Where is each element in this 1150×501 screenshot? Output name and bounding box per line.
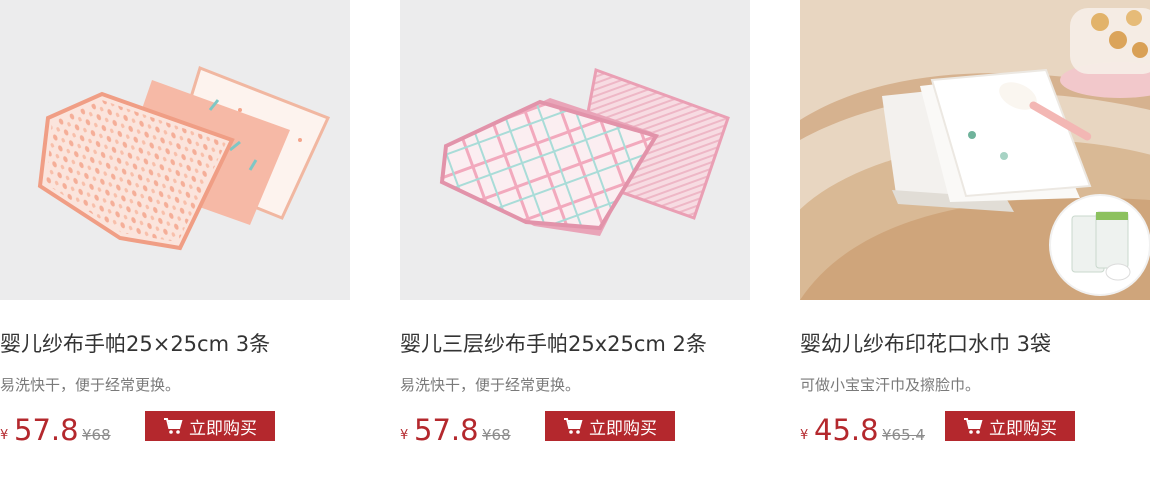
currency-symbol: ¥ <box>800 428 809 443</box>
cart-icon <box>163 417 183 435</box>
cart-icon <box>563 417 583 435</box>
product-image[interactable] <box>800 0 1150 300</box>
original-price: ¥68 <box>482 426 511 444</box>
product-grid: 婴儿纱布手帕25×25cm 3条 易洗快干，便于经常更换。 ¥ 57.8 ¥68… <box>0 0 1150 501</box>
currency-symbol: ¥ <box>400 428 409 443</box>
product-desc: 可做小宝宝汗巾及擦脸巾。 <box>800 376 981 394</box>
original-price: ¥65.4 <box>882 426 925 444</box>
buy-now-label: 立即购买 <box>989 418 1057 439</box>
original-price: ¥68 <box>82 426 111 444</box>
printed-drool-towel-image <box>800 0 1150 300</box>
price-row: ¥ 57.8 ¥68 立即购买 <box>400 410 750 450</box>
pink-gauze-handkerchiefs-image <box>0 0 350 300</box>
buy-now-button[interactable]: 立即购买 <box>945 411 1075 441</box>
product-title[interactable]: 婴儿纱布手帕25×25cm 3条 <box>0 328 350 360</box>
product-title[interactable]: 婴儿三层纱布手帕25x25cm 2条 <box>400 328 750 360</box>
product-card: 婴幼儿纱布印花口水巾 3袋 可做小宝宝汗巾及擦脸巾。 ¥ 45.8 ¥65.4 … <box>800 0 1150 501</box>
cart-icon <box>963 417 983 435</box>
plaid-gauze-handkerchiefs-image <box>400 0 750 300</box>
product-image[interactable] <box>0 0 350 300</box>
buy-now-button[interactable]: 立即购买 <box>145 411 275 441</box>
sale-price: 45.8 <box>814 413 879 447</box>
currency-symbol: ¥ <box>0 428 9 443</box>
product-card: 婴儿三层纱布手帕25x25cm 2条 易洗快干，便于经常更换。 ¥ 57.8 ¥… <box>400 0 750 501</box>
buy-now-label: 立即购买 <box>189 418 257 439</box>
product-title[interactable]: 婴幼儿纱布印花口水巾 3袋 <box>800 328 1150 360</box>
price-row: ¥ 45.8 ¥65.4 立即购买 <box>800 410 1150 450</box>
product-card: 婴儿纱布手帕25×25cm 3条 易洗快干，便于经常更换。 ¥ 57.8 ¥68… <box>0 0 350 501</box>
price-row: ¥ 57.8 ¥68 立即购买 <box>0 410 350 450</box>
product-image[interactable] <box>400 0 750 300</box>
sale-price: 57.8 <box>414 413 479 447</box>
buy-now-button[interactable]: 立即购买 <box>545 411 675 441</box>
sale-price: 57.8 <box>14 413 79 447</box>
product-desc: 易洗快干，便于经常更换。 <box>400 376 581 394</box>
product-desc: 易洗快干，便于经常更换。 <box>0 376 181 394</box>
buy-now-label: 立即购买 <box>589 418 657 439</box>
